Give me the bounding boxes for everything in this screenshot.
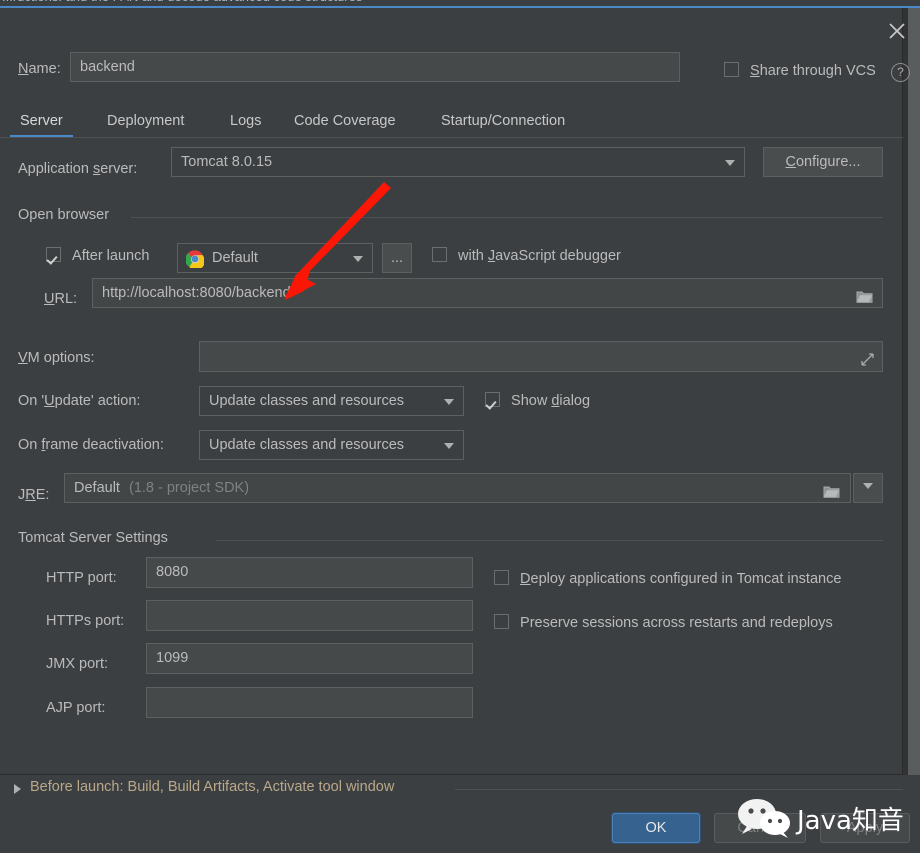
jre-label: JRE: (18, 487, 50, 503)
name-label: Name: (18, 61, 61, 77)
application-server-value: Tomcat 8.0.15 (181, 154, 273, 170)
after-launch-checkbox[interactable]: After launch (46, 247, 149, 264)
application-server-combo[interactable]: Tomcat 8.0.15 (171, 147, 745, 177)
configure-button[interactable]: Configure... (763, 147, 883, 177)
expand-triangle-icon[interactable] (14, 784, 21, 794)
tab-bar: Server Deployment Logs Code Coverage Sta… (0, 106, 903, 138)
jmx-port-input[interactable]: 1099 (146, 643, 473, 674)
on-update-action-combo[interactable]: Update classes and resources (199, 386, 464, 416)
folder-icon[interactable] (823, 481, 840, 502)
before-launch-divider (455, 789, 903, 790)
browser-value: Default (212, 250, 258, 266)
browser-combo[interactable]: Default (177, 243, 373, 273)
show-dialog-checkbox-box[interactable] (485, 392, 500, 407)
ok-button[interactable]: OK (612, 813, 700, 843)
tomcat-settings-group-title: Tomcat Server Settings (18, 530, 176, 546)
deploy-apps-checkbox[interactable]: Deploy applications configured in Tomcat… (494, 570, 841, 587)
group-divider (216, 540, 883, 541)
window-outer-edge (908, 8, 920, 775)
expand-icon[interactable] (860, 349, 875, 371)
watermark: Java知音 (735, 798, 915, 842)
tab-code-coverage[interactable]: Code Coverage (292, 106, 398, 136)
ajp-port-input[interactable] (146, 687, 473, 718)
on-frame-deactivation-combo[interactable]: Update classes and resources (199, 430, 464, 460)
tab-deployment[interactable]: Deployment (105, 106, 186, 136)
jre-value-hint: (1.8 - project SDK) (128, 480, 250, 496)
url-value: http://localhost:8080/backend/ (102, 285, 295, 301)
show-dialog-label: Show dialog (511, 393, 591, 409)
chevron-down-icon (444, 399, 454, 405)
http-port-input[interactable]: 8080 (146, 557, 473, 588)
preserve-sessions-checkbox[interactable]: Preserve sessions across restarts and re… (494, 614, 833, 631)
on-frame-deactivation-value: Update classes and resources (209, 437, 405, 453)
help-icon[interactable]: ? (891, 63, 910, 82)
tomcat-settings-group: Tomcat Server Settings (18, 530, 883, 550)
run-configuration-dialog: Name: Share through VCS ? Server Deploym… (0, 8, 910, 775)
wechat-icon (738, 799, 790, 838)
chevron-down-icon (444, 443, 454, 449)
open-browser-group-title: Open browser (18, 207, 118, 223)
vm-options-input[interactable] (199, 341, 883, 372)
preserve-sessions-label: Preserve sessions across restarts and re… (520, 615, 833, 631)
jre-dropdown-button[interactable] (853, 473, 883, 503)
clipped-top-text: ...ructions. and the PAN and decode adva… (2, 0, 362, 4)
js-debugger-checkbox[interactable]: with JavaScript debugger (432, 247, 621, 264)
jre-input[interactable]: Default (1.8 - project SDK) (64, 473, 851, 503)
watermark-text: Java知音 (797, 806, 904, 836)
tab-server[interactable]: Server (10, 106, 73, 138)
share-through-vcs-checkbox[interactable]: Share through VCS (724, 62, 876, 84)
ajp-port-label: AJP port: (46, 700, 106, 716)
browser-browse-button[interactable]: ... (382, 243, 412, 273)
deploy-apps-label: Deploy applications configured in Tomcat… (520, 571, 842, 587)
https-port-label: HTTPs port: (46, 613, 125, 629)
share-vcs-label: Share through VCS (750, 63, 876, 79)
chrome-icon (185, 250, 205, 270)
tab-separator (0, 137, 903, 138)
clipped-editor-text-strip: ...ructions. and the PAN and decode adva… (0, 0, 920, 8)
folder-icon[interactable] (856, 286, 873, 307)
preserve-sessions-checkbox-box[interactable] (494, 614, 509, 629)
vm-options-label: VM options: (18, 350, 95, 366)
deploy-apps-checkbox-box[interactable] (494, 570, 509, 585)
after-launch-label: After launch (72, 248, 150, 264)
application-server-label: Application server: (18, 161, 138, 177)
tab-startup-connection[interactable]: Startup/Connection (439, 106, 567, 136)
chevron-down-icon (863, 483, 873, 489)
share-vcs-checkbox-box[interactable] (724, 62, 739, 77)
jmx-port-label: JMX port: (46, 656, 109, 672)
tab-logs[interactable]: Logs (228, 106, 263, 136)
close-icon[interactable] (884, 18, 910, 44)
chevron-down-icon (725, 160, 735, 166)
url-input[interactable]: http://localhost:8080/backend/ (92, 278, 883, 308)
http-port-value: 8080 (156, 564, 189, 580)
on-update-action-label: On 'Update' action: (18, 393, 141, 409)
chevron-down-icon (353, 256, 363, 262)
name-input[interactable] (70, 52, 680, 82)
on-frame-deactivation-label: On frame deactivation: (18, 437, 164, 453)
before-launch-label: Before launch: Build, Build Artifacts, A… (30, 779, 395, 795)
url-label: URL: (44, 291, 78, 307)
group-divider (131, 217, 883, 218)
jre-value: Default (74, 480, 120, 496)
js-debugger-label: with JavaScript debugger (458, 248, 621, 264)
on-update-action-value: Update classes and resources (209, 393, 405, 409)
jmx-port-value: 1099 (156, 650, 189, 666)
show-dialog-checkbox[interactable]: Show dialog (485, 392, 590, 409)
open-browser-group: Open browser (18, 207, 883, 227)
http-port-label: HTTP port: (46, 570, 117, 586)
after-launch-checkbox-box[interactable] (46, 247, 61, 262)
js-debugger-checkbox-box[interactable] (432, 247, 447, 262)
https-port-input[interactable] (146, 600, 473, 631)
